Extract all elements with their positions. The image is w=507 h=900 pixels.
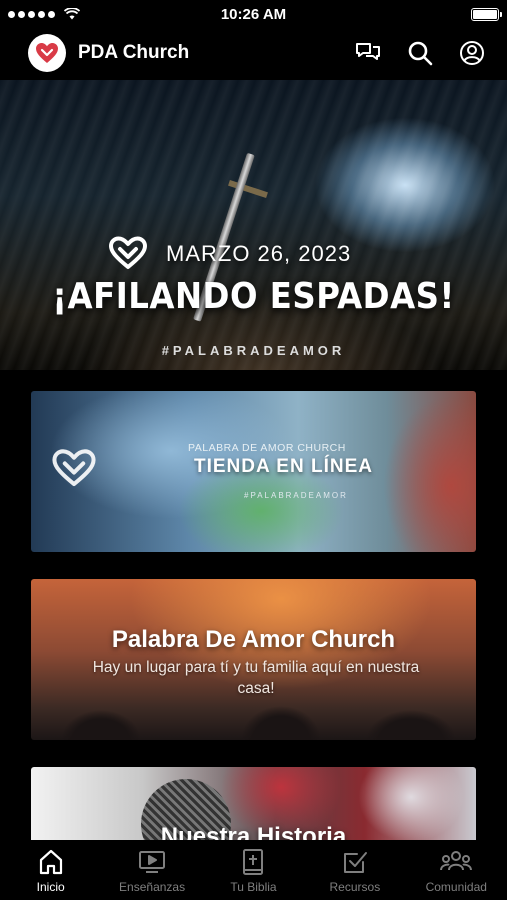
store-subtitle: PALABRA DE AMOR CHURCH (188, 442, 346, 454)
hero-title: ¡AFILANDO ESPADAS! (52, 276, 455, 317)
tab-comunidad[interactable]: Comunidad (409, 848, 504, 894)
tab-recursos[interactable]: Recursos (307, 848, 402, 894)
battery-icon (471, 7, 502, 21)
heart-logo-icon (52, 449, 96, 487)
status-time: 10:26 AM (220, 5, 287, 23)
bible-icon (243, 849, 264, 875)
history-card[interactable]: Nuestra Historia (31, 767, 476, 847)
tab-label: Recursos (329, 880, 381, 894)
tab-label: Tu Biblia (230, 880, 277, 894)
tab-tu-biblia[interactable]: Tu Biblia (206, 848, 301, 894)
home-icon (39, 849, 62, 875)
hero-hashtag: #PALABRADEAMOR (161, 343, 346, 358)
church-card[interactable]: Palabra De Amor Church Hay un lugar para… (31, 579, 476, 740)
tab-label: Inicio (36, 880, 65, 894)
store-title: TIENDA EN LÍNEA (194, 456, 373, 477)
wifi-icon (64, 8, 80, 20)
status-bar: 10:26 AM (0, 0, 507, 28)
tab-ensenanzas[interactable]: Enseñanzas (105, 848, 200, 894)
heart-logo-icon[interactable] (28, 34, 66, 72)
tab-inicio[interactable]: Inicio (3, 848, 98, 894)
chat-icon[interactable] (353, 38, 383, 68)
store-hashtag: #PALABRADEAMOR (244, 491, 348, 500)
tab-label: Enseñanzas (119, 880, 186, 894)
community-icon (440, 851, 473, 871)
app-header: PDA Church (0, 30, 507, 76)
tab-bar: Inicio Enseñanzas Tu Biblia Recursos Com… (0, 840, 507, 900)
hero-date: MARZO 26, 2023 (166, 241, 352, 266)
signal-icon (8, 8, 80, 20)
online-store-card[interactable]: PALABRA DE AMOR CHURCH TIENDA EN LÍNEA #… (31, 391, 476, 552)
profile-icon[interactable] (457, 38, 487, 68)
heart-logo-icon (109, 236, 147, 269)
app-title: PDA Church (78, 42, 190, 63)
hero-banner[interactable]: MARZO 26, 2023 ¡AFILANDO ESPADAS! #PALAB… (0, 80, 507, 370)
church-title: Palabra De Amor Church (111, 626, 396, 653)
tab-label: Comunidad (425, 880, 487, 894)
church-subtitle: Hay un lugar para tí y tu familia aquí e… (92, 659, 420, 697)
tv-icon (139, 851, 166, 873)
checkbox-icon (343, 852, 367, 873)
search-icon[interactable] (405, 38, 435, 68)
